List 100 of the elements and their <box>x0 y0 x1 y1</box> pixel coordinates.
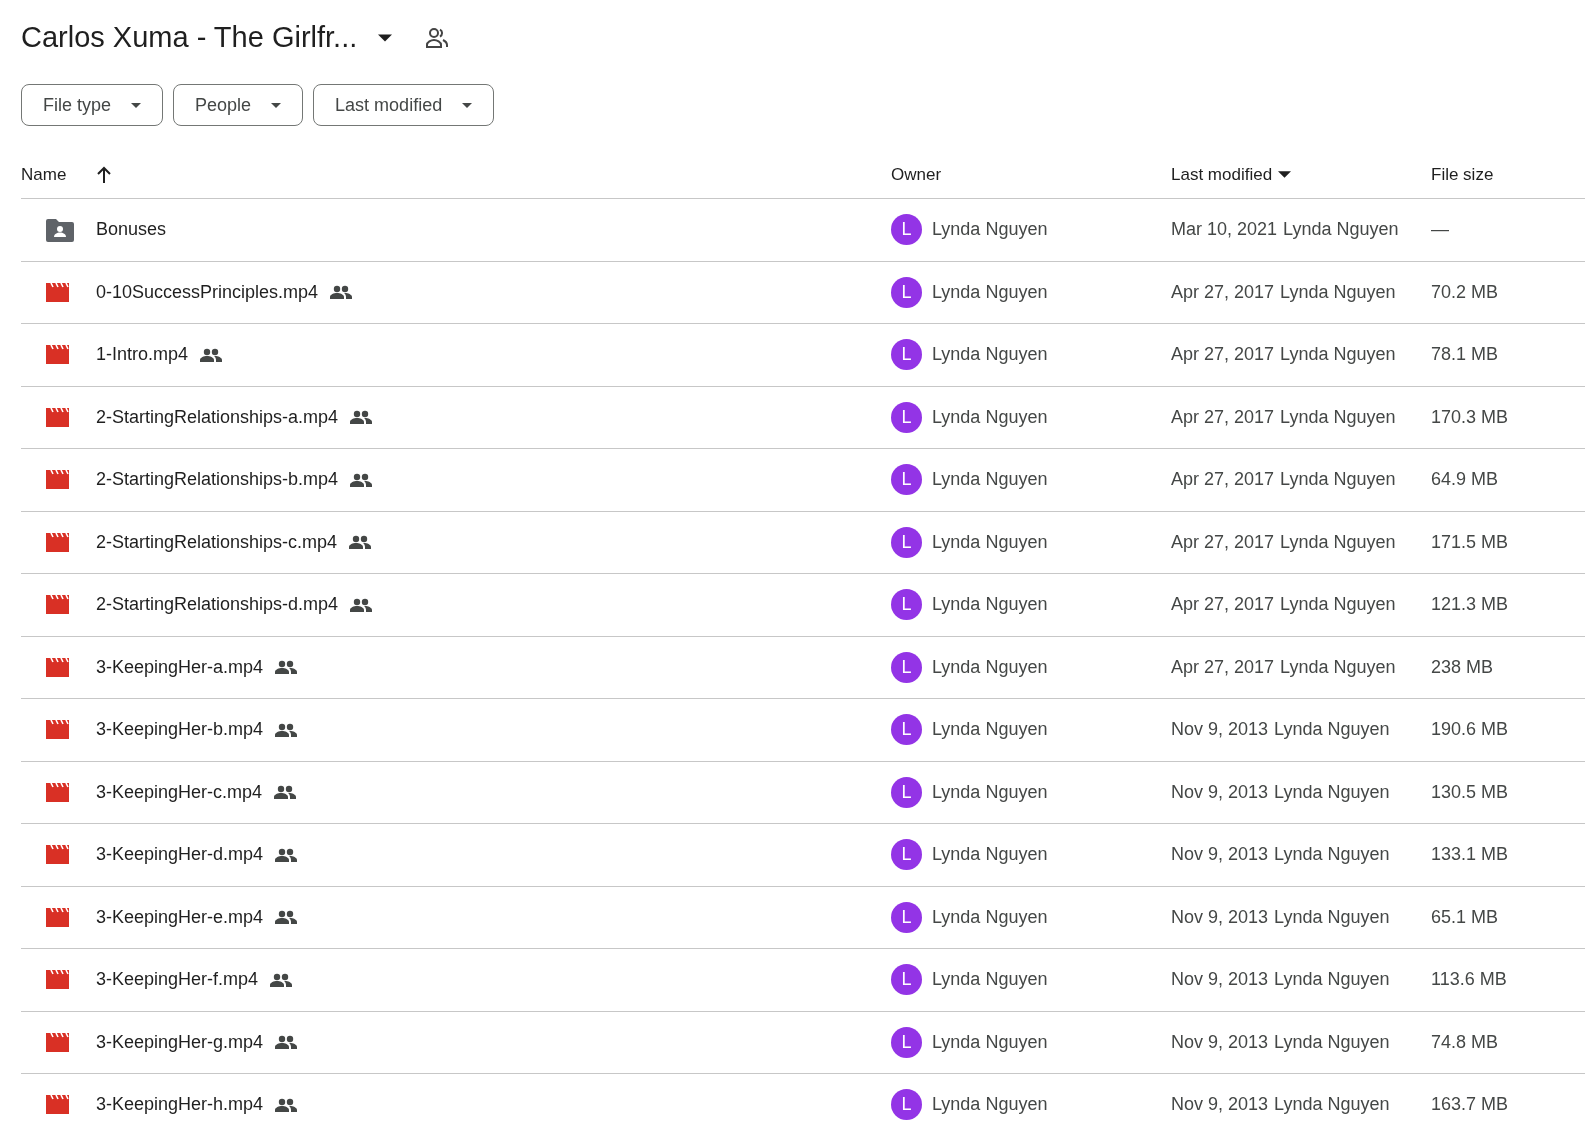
owner-avatar: L <box>891 1026 922 1058</box>
modified-date: Apr 27, 2017 <box>1171 405 1275 429</box>
file-size: — <box>1431 219 1449 240</box>
file-size: 70.2 MB <box>1431 281 1499 302</box>
video-file-icon <box>46 970 69 990</box>
file-name[interactable]: 2-StartingRelationships-d.mp4 <box>96 591 339 619</box>
modified-date: Apr 27, 2017 <box>1171 530 1275 554</box>
file-name[interactable]: 3-KeepingHer-d.mp4 <box>96 841 264 869</box>
sort-ascending-icon[interactable] <box>96 165 113 184</box>
dropdown-caret-icon <box>378 34 393 42</box>
file-name[interactable]: Bonuses <box>96 216 167 244</box>
video-file-icon <box>46 470 69 490</box>
sort-descending-icon[interactable] <box>1278 171 1292 178</box>
column-header[interactable]: Last modified <box>1171 161 1273 188</box>
owner-name: Lynda Nguyen <box>932 718 1048 742</box>
modified-by: Lynda Nguyen <box>1274 1093 1390 1117</box>
file-size: 65.1 MB <box>1431 906 1499 927</box>
file-name[interactable]: 3-KeepingHer-h.mp4 <box>96 1091 264 1119</box>
file-name[interactable]: 2-StartingRelationships-b.mp4 <box>96 466 339 494</box>
column-header[interactable]: Name <box>21 161 67 188</box>
modified-by: Lynda Nguyen <box>1283 218 1399 242</box>
owner-name: Lynda Nguyen <box>932 905 1048 929</box>
owner-avatar: L <box>891 214 922 246</box>
owner-avatar: L <box>891 1089 922 1121</box>
owner-name: Lynda Nguyen <box>932 593 1048 617</box>
owner-name: Lynda Nguyen <box>932 218 1048 242</box>
modified-by: Lynda Nguyen <box>1274 843 1390 867</box>
file-size: 171.5 MB <box>1431 531 1509 552</box>
video-file-icon <box>46 845 69 865</box>
file-name[interactable]: 2-StartingRelationships-a.mp4 <box>96 403 339 431</box>
filter-chip[interactable]: Last modified <box>313 84 495 126</box>
owner-name: Lynda Nguyen <box>932 468 1048 492</box>
modified-by: Lynda Nguyen <box>1274 718 1390 742</box>
owner-avatar: L <box>891 714 922 746</box>
modified-by: Lynda Nguyen <box>1280 343 1396 367</box>
owner-name: Lynda Nguyen <box>932 655 1048 679</box>
video-file-icon <box>46 345 69 365</box>
dropdown-caret-icon <box>271 102 282 108</box>
modified-by: Lynda Nguyen <box>1274 968 1390 992</box>
modified-date: Apr 27, 2017 <box>1171 468 1275 492</box>
video-file-icon <box>46 907 69 927</box>
modified-date: Apr 27, 2017 <box>1171 280 1275 304</box>
shared-folder-icon <box>46 217 74 242</box>
owner-name: Lynda Nguyen <box>932 780 1048 804</box>
modified-date: Nov 9, 2013 <box>1171 780 1269 804</box>
file-size: 238 MB <box>1431 656 1494 677</box>
modified-by: Lynda Nguyen <box>1280 468 1396 492</box>
video-file-icon <box>46 407 69 427</box>
owner-name: Lynda Nguyen <box>932 1030 1048 1054</box>
owner-avatar: L <box>891 964 922 996</box>
modified-by: Lynda Nguyen <box>1280 593 1396 617</box>
file-name[interactable]: 1-Intro.mp4 <box>96 341 189 369</box>
file-name[interactable]: 2-StartingRelationships-c.mp4 <box>96 528 338 556</box>
file-size: 78.1 MB <box>1431 344 1499 365</box>
file-name[interactable]: 3-KeepingHer-g.mp4 <box>96 1028 264 1056</box>
owner-avatar: L <box>891 839 922 871</box>
folder-title: Carlos Xuma - The Girlfr... <box>21 20 358 56</box>
owner-avatar: L <box>891 776 922 808</box>
modified-by: Lynda Nguyen <box>1274 905 1390 929</box>
column-header[interactable]: File size <box>1431 161 1494 188</box>
file-name[interactable]: 0-10SuccessPrinciples.mp4 <box>96 278 319 306</box>
owner-avatar: L <box>891 901 922 933</box>
file-size: 133.1 MB <box>1431 844 1509 865</box>
column-header[interactable]: Owner <box>891 161 942 188</box>
video-file-icon <box>46 595 69 615</box>
modified-date: Nov 9, 2013 <box>1171 1030 1269 1054</box>
file-name[interactable]: 3-KeepingHer-c.mp4 <box>96 778 263 806</box>
modified-date: Apr 27, 2017 <box>1171 343 1275 367</box>
file-size: 113.6 MB <box>1431 969 1507 990</box>
file-name[interactable]: 3-KeepingHer-e.mp4 <box>96 903 264 931</box>
file-size: 121.3 MB <box>1431 594 1509 615</box>
filter-chip[interactable]: File type <box>21 84 164 126</box>
file-size: 163.7 MB <box>1431 1094 1509 1115</box>
shared-people-icon[interactable] <box>425 27 450 49</box>
modified-date: Nov 9, 2013 <box>1171 905 1269 929</box>
dropdown-caret-icon <box>131 102 142 108</box>
video-file-icon <box>46 1032 69 1052</box>
modified-by: Lynda Nguyen <box>1274 780 1390 804</box>
filter-chip[interactable]: People <box>173 84 304 126</box>
file-size: 190.6 MB <box>1431 719 1509 740</box>
modified-by: Lynda Nguyen <box>1280 405 1396 429</box>
owner-avatar: L <box>891 464 922 496</box>
owner-name: Lynda Nguyen <box>932 968 1048 992</box>
modified-date: Apr 27, 2017 <box>1171 655 1275 679</box>
file-name[interactable]: 3-KeepingHer-b.mp4 <box>96 716 264 744</box>
owner-name: Lynda Nguyen <box>932 343 1048 367</box>
modified-date: Nov 9, 2013 <box>1171 1093 1269 1117</box>
modified-by: Lynda Nguyen <box>1280 280 1396 304</box>
owner-avatar: L <box>891 651 922 683</box>
owner-name: Lynda Nguyen <box>932 280 1048 304</box>
modified-date: Nov 9, 2013 <box>1171 843 1269 867</box>
file-size: 170.3 MB <box>1431 406 1509 427</box>
owner-avatar: L <box>891 401 922 433</box>
file-name[interactable]: 3-KeepingHer-f.mp4 <box>96 966 259 994</box>
video-file-icon <box>46 782 69 802</box>
file-name[interactable]: 3-KeepingHer-a.mp4 <box>96 653 264 681</box>
owner-avatar: L <box>891 526 922 558</box>
owner-name: Lynda Nguyen <box>932 530 1048 554</box>
modified-by: Lynda Nguyen <box>1274 1030 1390 1054</box>
modified-by: Lynda Nguyen <box>1280 530 1396 554</box>
